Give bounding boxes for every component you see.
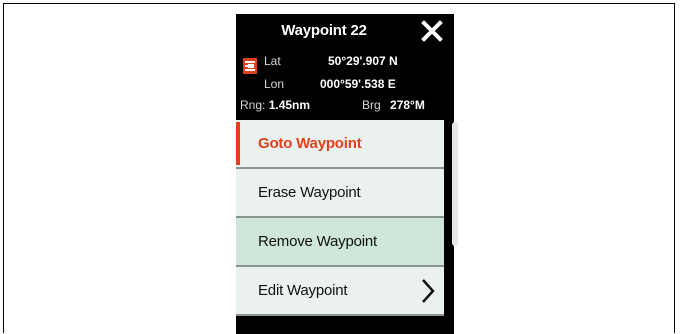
- goto-waypoint-item[interactable]: Goto Waypoint: [236, 120, 444, 169]
- longitude-row: Lon: [264, 77, 284, 91]
- brg-label: Brg: [362, 98, 381, 112]
- range-row: Rng: 1.45nm: [240, 98, 310, 112]
- close-icon[interactable]: [420, 19, 444, 43]
- goto-waypoint-label: Goto Waypoint: [258, 135, 362, 152]
- edit-waypoint-label: Edit Waypoint: [258, 282, 348, 299]
- edit-waypoint-item[interactable]: Edit Waypoint: [236, 267, 444, 316]
- brg-value: 278°M: [390, 98, 425, 112]
- chevron-right-icon: [422, 279, 435, 303]
- waypoint-menu: Goto Waypoint Erase Waypoint Remove Wayp…: [236, 120, 444, 316]
- erase-waypoint-label: Erase Waypoint: [258, 184, 361, 201]
- menu-scrollbar-thumb[interactable]: [452, 122, 458, 246]
- erase-waypoint-item[interactable]: Erase Waypoint: [236, 169, 444, 218]
- latitude-value-row: 50°29'.907 N: [328, 54, 398, 68]
- remove-waypoint-label: Remove Waypoint: [258, 233, 377, 250]
- lat-label: Lat: [264, 54, 281, 68]
- remove-waypoint-item[interactable]: Remove Waypoint: [236, 218, 444, 267]
- lon-value: 000°59'.538 E: [320, 77, 396, 91]
- rng-value: 1.45nm: [268, 98, 311, 112]
- bearing-row: Brg 278°M: [362, 98, 425, 112]
- lat-value: 50°29'.907 N: [328, 54, 398, 68]
- rng-label: Rng:: [240, 98, 266, 112]
- longitude-value-row: 000°59'.538 E: [320, 77, 396, 91]
- latitude-row: Lat: [264, 54, 281, 68]
- waypoint-flag-icon: [243, 58, 257, 74]
- waypoint-title: Waypoint 22: [281, 22, 367, 39]
- waypoint-panel: Waypoint 22 Lat 50°29'.907 N Lon 000°59'…: [236, 14, 454, 334]
- lon-label: Lon: [264, 77, 285, 91]
